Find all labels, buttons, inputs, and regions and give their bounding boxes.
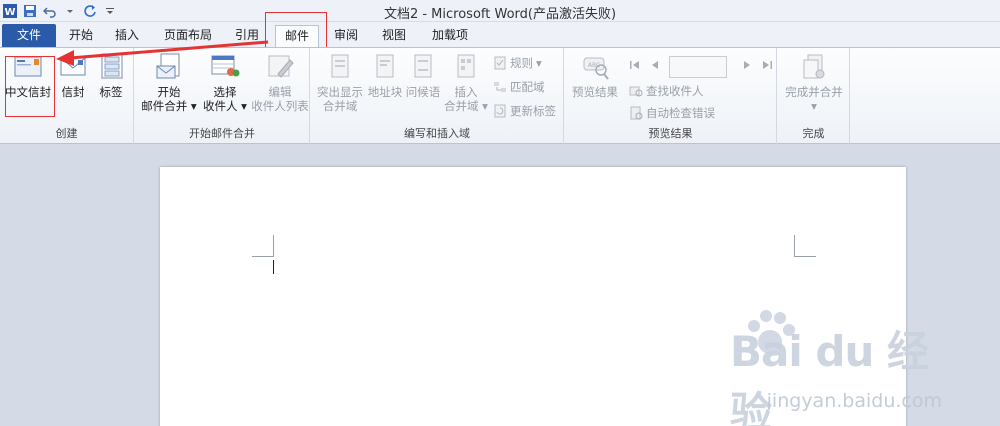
group-create: 中文信封 信封 标签 创建	[0, 48, 134, 144]
select-recipients-button[interactable]: 选择 收件人 ▾	[199, 52, 251, 113]
start-mail-merge-line2: 邮件合并	[141, 99, 188, 113]
crop-mark-top-left	[252, 235, 274, 257]
update-labels-label: 更新标签	[510, 104, 556, 118]
highlight-merge-fields-button[interactable]: 突出显示 合并域	[313, 52, 367, 113]
group-finish-label: 完成	[802, 127, 825, 140]
find-recipient-icon	[629, 86, 643, 97]
envelopes-label: 信封	[61, 85, 85, 99]
start-mail-merge-icon	[156, 53, 180, 79]
finish-merge-icon	[803, 54, 825, 79]
select-recipients-line2: 收件人	[203, 99, 238, 113]
record-navigation	[629, 56, 773, 78]
rules-icon	[494, 56, 506, 70]
edit-recipient-list-icon	[268, 55, 294, 78]
match-fields-icon	[494, 82, 506, 92]
greeting-line-button[interactable]: 问候语	[403, 52, 443, 99]
previous-record-icon[interactable]	[649, 59, 661, 75]
group-write-insert-fields: 突出显示 合并域 地址块 问候语 插入 合并域 ▾ 规则 ▾ 匹配域 更新标签 编…	[311, 48, 564, 144]
greeting-line-icon	[414, 54, 432, 78]
tab-page-layout[interactable]: 页面布局	[156, 25, 220, 47]
group-create-label: 创建	[55, 127, 78, 140]
finish-and-merge-button[interactable]: 完成并合并 ▾	[782, 52, 846, 113]
finish-and-merge-label: 完成并合并	[785, 85, 843, 99]
preview-results-btn-label: 预览结果	[572, 85, 618, 99]
find-recipient-button[interactable]: 查找收件人	[629, 83, 704, 99]
highlight-merge-fields-line1: 突出显示	[317, 85, 363, 99]
find-recipient-label: 查找收件人	[646, 84, 704, 98]
auto-check-errors-icon	[630, 106, 643, 120]
group-write-insert-fields-label: 编写和插入域	[404, 127, 470, 140]
window-title: 文档2 - Microsoft Word(产品激活失败)	[383, 7, 617, 22]
auto-check-errors-button[interactable]: 自动检查错误	[629, 105, 715, 121]
preview-results-icon: ABC	[583, 57, 609, 80]
tab-review[interactable]: 审阅	[326, 25, 366, 47]
highlight-merge-fields-line2: 合并域	[322, 99, 358, 113]
first-record-icon[interactable]	[629, 59, 641, 75]
rules-button[interactable]: 规则 ▾	[493, 55, 542, 71]
greeting-line-label: 问候语	[405, 85, 441, 99]
group-finish: 完成并合并 ▾ 完成	[778, 48, 850, 144]
watermark-sub: jingyan.baidu.com	[766, 390, 942, 412]
chinese-envelope-button[interactable]: 中文信封	[2, 52, 54, 99]
last-record-icon[interactable]	[761, 59, 773, 75]
labels-icon	[101, 53, 123, 79]
ribbon-tabs: 文件 开始 插入 页面布局 引用 邮件 审阅 视图 加载项	[0, 22, 1000, 48]
start-mail-merge-line1: 开始	[157, 85, 181, 99]
highlight-fields-icon	[331, 54, 349, 78]
group-start-mail-merge: 开始 邮件合并 ▾ 选择 收件人 ▾ 编辑 收件人列表 开始邮件合并	[135, 48, 310, 144]
crop-mark-top-right	[794, 235, 816, 257]
start-mail-merge-button[interactable]: 开始 邮件合并 ▾	[139, 52, 199, 113]
select-recipients-icon	[211, 55, 240, 77]
chinese-envelope-icon	[14, 56, 42, 77]
labels-button[interactable]: 标签	[92, 52, 130, 99]
title-bar: W 文档2 - Microsoft Word(产品激活失败)	[0, 0, 1000, 22]
labels-label: 标签	[99, 85, 123, 99]
chinese-envelope-label: 中文信封	[5, 85, 51, 99]
rules-label: 规则	[510, 56, 533, 70]
insert-merge-field-button[interactable]: 插入 合并域 ▾	[443, 52, 489, 113]
address-block-label: 地址块	[367, 85, 403, 99]
insert-merge-field-line1: 插入	[454, 85, 478, 99]
next-record-icon[interactable]	[741, 59, 753, 75]
tab-mailings[interactable]: 邮件	[275, 25, 319, 48]
group-start-mail-merge-label: 开始邮件合并	[189, 127, 255, 140]
address-block-icon	[376, 54, 394, 78]
tab-file[interactable]: 文件	[2, 24, 56, 47]
auto-check-errors-label: 自动检查错误	[646, 106, 715, 120]
select-recipients-line1: 选择	[213, 85, 237, 99]
envelopes-button[interactable]: 信封	[56, 52, 90, 99]
record-number-field[interactable]	[669, 56, 727, 78]
address-block-button[interactable]: 地址块	[365, 52, 405, 99]
edit-recipient-list-line2: 收件人列表	[251, 99, 309, 113]
preview-results-button[interactable]: ABC 预览结果	[567, 52, 623, 99]
edit-recipient-list-line1: 编辑	[268, 85, 292, 99]
insert-merge-field-icon	[457, 54, 475, 78]
text-cursor	[273, 260, 274, 274]
ribbon: 中文信封 信封 标签 创建 开始 邮件合并 ▾ 选择 收件人 ▾ 编辑 收件人列…	[0, 47, 1000, 144]
tab-view[interactable]: 视图	[374, 25, 414, 47]
tab-home[interactable]: 开始	[62, 25, 100, 47]
tab-insert[interactable]: 插入	[108, 25, 146, 47]
baidu-watermark: Bai du 经验 jingyan.baidu.com	[730, 300, 1000, 426]
insert-merge-field-line2: 合并域	[444, 99, 479, 113]
match-fields-button[interactable]: 匹配域	[493, 79, 545, 95]
group-preview-results-label: 预览结果	[648, 127, 693, 140]
envelope-icon	[60, 57, 86, 76]
group-preview-results: ABC 预览结果 查找收件人 自动检查错误 预览结果	[565, 48, 777, 144]
update-labels-icon	[494, 104, 506, 118]
match-fields-label: 匹配域	[510, 80, 545, 94]
tab-addins[interactable]: 加载项	[424, 25, 476, 47]
edit-recipient-list-button[interactable]: 编辑 收件人列表	[251, 52, 309, 113]
tab-references[interactable]: 引用	[228, 25, 266, 47]
update-labels-button[interactable]: 更新标签	[493, 103, 556, 119]
